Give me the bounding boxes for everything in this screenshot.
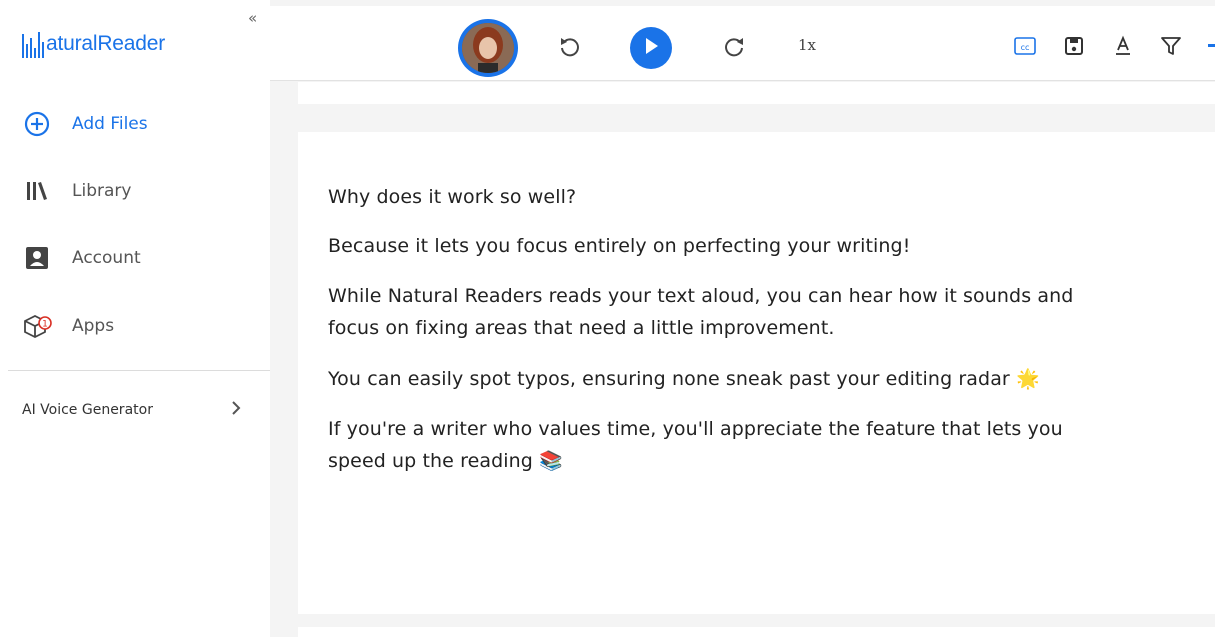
library-icon (22, 176, 52, 206)
main-area: 1x cc Why does it work so well? Because … (270, 0, 1215, 637)
paragraph[interactable]: Why does it work so well? (328, 182, 1215, 213)
document-page: Why does it work so well? Because it let… (298, 132, 1215, 614)
sidebar-divider (8, 370, 270, 371)
logo[interactable]: aturalReader (22, 26, 165, 62)
save-button[interactable] (1058, 32, 1090, 64)
collapse-sidebar-icon[interactable]: « (248, 9, 257, 27)
save-icon (1063, 35, 1085, 61)
forward-button[interactable] (719, 32, 751, 64)
paragraph[interactable]: While Natural Readers reads your text al… (328, 281, 1215, 312)
rewind-icon (557, 34, 581, 62)
account-icon (22, 243, 52, 273)
next-page-card (298, 627, 1215, 637)
sidebar-item-apps[interactable]: 1 Apps (22, 311, 114, 341)
apps-badge: 1 (42, 320, 48, 330)
play-icon (642, 36, 660, 60)
sidebar-item-label: Add Files (72, 114, 148, 134)
sidebar-item-add-files[interactable]: Add Files (22, 109, 148, 139)
chevron-right-icon (230, 400, 242, 421)
logo-text: aturalReader (46, 32, 166, 55)
sidebar-item-account[interactable]: Account (22, 243, 141, 273)
rewind-button[interactable] (553, 32, 585, 64)
paragraph[interactable]: Because it lets you focus entirely on pe… (328, 231, 1215, 262)
previous-page-card (298, 82, 1215, 104)
captions-button[interactable]: cc (1009, 32, 1041, 64)
paragraph[interactable]: speed up the reading 📚 (328, 446, 1215, 477)
font-icon (1112, 35, 1134, 61)
add-circle-icon (22, 109, 52, 139)
svg-text:cc: cc (1021, 43, 1030, 52)
voice-avatar[interactable] (458, 19, 518, 77)
sidebar-item-library[interactable]: Library (22, 176, 131, 206)
apps-icon: 1 (22, 311, 52, 341)
filter-icon (1159, 34, 1183, 62)
paragraph[interactable]: focus on fixing areas that need a little… (328, 313, 1215, 344)
sidebar-item-label: Apps (72, 316, 115, 336)
more-indicator (1208, 44, 1215, 47)
speed-selector[interactable]: 1x (798, 36, 816, 54)
filter-button[interactable] (1155, 32, 1187, 64)
sidebar-item-label: Library (72, 181, 132, 201)
font-settings-button[interactable] (1107, 32, 1139, 64)
paragraph[interactable]: If you're a writer who values time, you'… (328, 414, 1215, 445)
sidebar: aturalReader « Add Files Library Account… (0, 0, 270, 637)
play-button[interactable] (630, 27, 672, 69)
forward-icon (723, 34, 747, 62)
player-toolbar: 1x cc (270, 6, 1215, 81)
cc-icon: cc (1013, 36, 1037, 60)
ai-voice-generator-label: AI Voice Generator (22, 402, 153, 418)
paragraph[interactable]: You can easily spot typos, ensuring none… (328, 364, 1215, 395)
sidebar-item-label: Account (72, 248, 141, 268)
ai-voice-generator-link[interactable]: AI Voice Generator (22, 398, 242, 422)
logo-bars-icon (22, 30, 44, 58)
